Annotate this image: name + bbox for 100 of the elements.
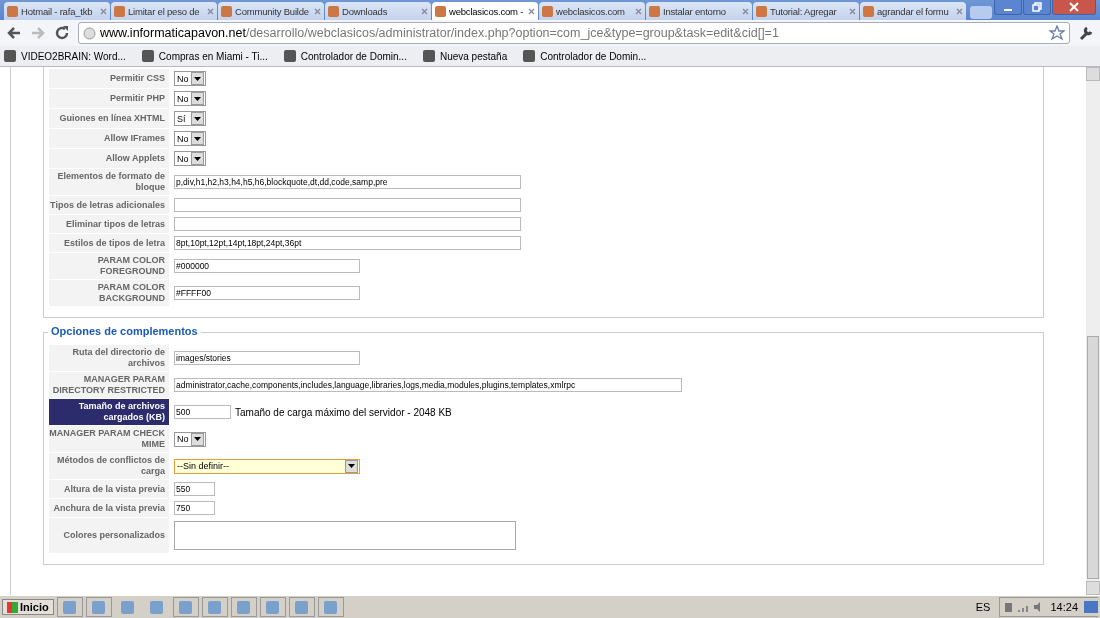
bookmark-icon [283, 50, 296, 62]
close-tab-icon[interactable] [956, 7, 963, 15]
select-dropdown[interactable]: No [174, 151, 206, 166]
text-field[interactable] [174, 217, 521, 231]
favicon-icon [435, 5, 446, 17]
favicon-icon [7, 5, 18, 17]
bookmark-icon [4, 50, 16, 62]
reload-icon[interactable] [54, 25, 70, 41]
select-dropdown[interactable]: --Sin definir-- [174, 458, 360, 474]
restore-icon [1032, 2, 1042, 12]
select-dropdown[interactable]: No [174, 131, 206, 146]
address-bar[interactable]: www.informaticapavon.net/desarrollo/webclasicos/administrator/index.php?option=com_jce&type=group&task=edit&cid[]=1 [78, 22, 1070, 44]
favicon-icon [756, 5, 767, 17]
close-tab-icon[interactable] [421, 7, 428, 15]
browser-tab[interactable]: agrandar el formu [860, 2, 966, 20]
favicon-icon [542, 5, 553, 17]
close-icon [1069, 2, 1079, 12]
close-tab-icon[interactable] [207, 7, 214, 15]
favicon-icon [221, 5, 232, 17]
field-label: Eliminar tipos de letras [49, 215, 169, 233]
bookmark-icon [141, 50, 154, 62]
close-tab-icon[interactable] [528, 7, 535, 15]
field-label: PARAM COLOR BACKGROUND [49, 280, 169, 306]
browser-tab[interactable]: Hotmail - rafa_tkb [4, 2, 110, 20]
select-dropdown[interactable]: No [174, 431, 206, 447]
taskbar-app-icon[interactable] [201, 597, 228, 617]
field-label: PARAM COLOR FOREGROUND [49, 253, 169, 279]
select-dropdown[interactable]: No [174, 71, 206, 86]
field-label: Allow IFrames [49, 129, 169, 148]
favicon-icon [328, 5, 339, 17]
taskbar-app-icon[interactable] [288, 597, 315, 617]
taskbar-app-icon[interactable] [230, 597, 257, 617]
bookmark[interactable]: Controlador de Domin... [283, 50, 407, 62]
close-tab-icon[interactable] [635, 7, 642, 15]
text-field[interactable]: p,div,h1,h2,h3,h4,h5,h6,blockquote,dt,dd,code,samp,pre [174, 175, 521, 189]
browser-tab[interactable]: webclasicos.com [539, 2, 645, 20]
text-area[interactable] [174, 521, 516, 550]
bookmark-icon [523, 50, 536, 62]
text-field[interactable]: images/stories [174, 351, 360, 365]
text-field[interactable]: administrator,cache,components,includes,language,libraries,logs,media,modules,plugins,templates,xmlrpc [174, 378, 682, 392]
field-label: Estilos de tipos de letra [49, 234, 169, 252]
favicon-icon [114, 5, 125, 17]
favicon-icon [863, 5, 874, 17]
star-icon[interactable] [1049, 25, 1065, 41]
text-field[interactable] [174, 198, 521, 212]
field-label: MANAGER PARAM DIRECTORY RESTRICTED [49, 372, 169, 398]
taskbar-app-icon[interactable] [317, 597, 344, 617]
bookmark[interactable]: Nueva pestaña [422, 50, 508, 62]
field-label: Permitir PHP [49, 89, 169, 108]
field-note: Tamaño de carga máximo del servidor - 2048 KB [235, 406, 452, 418]
browser-tab[interactable]: Limitar el peso de [111, 2, 217, 20]
close-tab-icon[interactable] [314, 7, 321, 15]
taskbar-app-icon[interactable] [56, 597, 83, 617]
close-button[interactable] [1052, 0, 1096, 15]
field-label: Permitir CSS [49, 69, 169, 88]
close-tab-icon[interactable] [742, 7, 749, 15]
close-tab-icon[interactable] [849, 7, 856, 15]
wrench-icon[interactable] [1078, 25, 1094, 41]
text-field[interactable]: #000000 [174, 259, 360, 273]
text-field[interactable]: 8pt,10pt,12pt,14pt,18pt,24pt,36pt [174, 236, 521, 250]
close-tab-icon[interactable] [100, 7, 107, 15]
bookmark[interactable]: VIDEO2BRAIN: Word... [4, 50, 126, 62]
forward-icon[interactable] [30, 25, 46, 41]
bookmark[interactable]: Controlador de Domin... [523, 50, 647, 62]
windows-logo-icon [7, 601, 18, 613]
field-label: Guiones en línea XHTML [49, 109, 169, 128]
field-label: Allow Applets [49, 149, 169, 168]
browser-tab[interactable]: Downloads [325, 2, 431, 20]
language-indicator[interactable]: ES [975, 601, 991, 613]
field-label: MANAGER PARAM CHECK MIME [49, 426, 169, 452]
field-label: Anchura de la vista previa [49, 499, 169, 517]
taskbar-app-icon[interactable] [259, 597, 286, 617]
taskbar-app-icon[interactable] [85, 597, 112, 617]
start-button[interactable]: Inicio [2, 599, 54, 615]
globe-icon [83, 26, 96, 40]
clock: 14:24 [1050, 601, 1078, 613]
browser-tab[interactable]: Community Builde [218, 2, 324, 20]
bookmark-icon [422, 50, 435, 62]
taskbar-app-icon[interactable] [172, 597, 199, 617]
browser-tab[interactable]: Tutorial: Agregar [753, 2, 859, 20]
text-field[interactable]: 550 [174, 482, 215, 496]
field-label: Colores personalizados [49, 518, 169, 553]
minimize-icon [1004, 9, 1012, 11]
select-dropdown[interactable]: No [174, 91, 206, 106]
text-field[interactable]: 500 [174, 405, 231, 419]
text-field[interactable]: #FFFF00 [174, 286, 360, 300]
minimize-button[interactable] [994, 0, 1022, 15]
field-label: Tipos de letras adicionales [49, 196, 169, 214]
section-legend: Opciones de complementos [48, 325, 201, 337]
field-label: Elementos de formato de bloque [49, 169, 169, 195]
back-icon[interactable] [6, 25, 22, 41]
text-field[interactable]: 750 [174, 501, 215, 515]
field-label: Métodos de conflictos de carga [49, 453, 169, 479]
browser-tab[interactable]: webclasicos.com - [432, 2, 538, 20]
scrollbar[interactable] [1086, 67, 1100, 595]
favicon-icon [649, 5, 660, 17]
browser-tab[interactable]: Instalar entorno [646, 2, 752, 20]
bookmark[interactable]: Compras en Miami - Ti... [141, 50, 268, 62]
restore-button[interactable] [1023, 0, 1051, 15]
select-dropdown[interactable]: Sí [174, 111, 206, 126]
